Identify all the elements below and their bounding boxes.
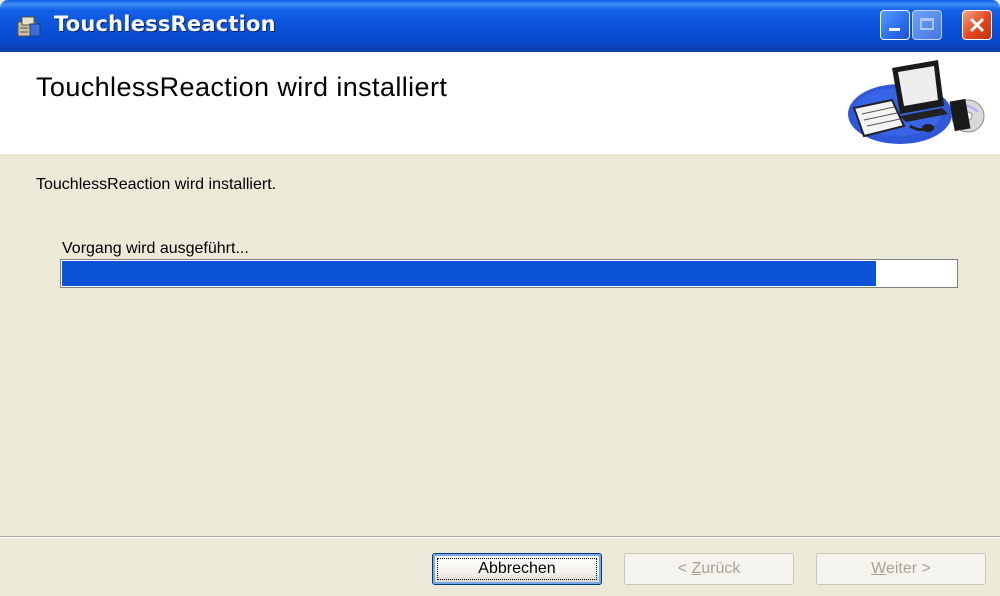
next-button[interactable]: Weiter > (816, 553, 986, 585)
minimize-icon (889, 28, 900, 31)
close-button[interactable] (962, 10, 992, 40)
page-title: TouchlessReaction wird installiert (36, 72, 448, 102)
close-icon (969, 17, 985, 33)
maximize-button[interactable] (912, 10, 942, 40)
action-text: Vorgang wird ausgeführt... (62, 240, 249, 257)
next-button-access-key: W (871, 560, 886, 577)
minimize-button[interactable] (880, 10, 910, 40)
title-bar[interactable]: TouchlessReaction (0, 0, 1000, 52)
progress-bar-fill (62, 261, 876, 286)
header-banner: TouchlessReaction wird installiert (0, 52, 1000, 153)
banner-divider (0, 152, 1000, 154)
focus-rectangle (437, 558, 597, 580)
next-button-label: eiter > (885, 560, 931, 577)
cancel-button[interactable]: Abbrechen (432, 553, 602, 585)
progress-bar (60, 259, 958, 288)
back-button-access-key: Z (691, 560, 702, 577)
computer-cd-illustration (848, 60, 985, 144)
installer-package-icon (17, 16, 41, 37)
status-text: TouchlessReaction wird installiert. (36, 176, 277, 193)
installer-window: TouchlessReaction TouchlessReaction wird… (0, 0, 1000, 596)
window-title: TouchlessReaction (54, 12, 276, 36)
back-button[interactable]: < Zurück (624, 553, 794, 585)
back-button-prefix: < (677, 560, 692, 577)
footer-divider (0, 536, 1000, 538)
maximize-icon (920, 18, 934, 30)
back-button-label: urück (701, 560, 741, 577)
